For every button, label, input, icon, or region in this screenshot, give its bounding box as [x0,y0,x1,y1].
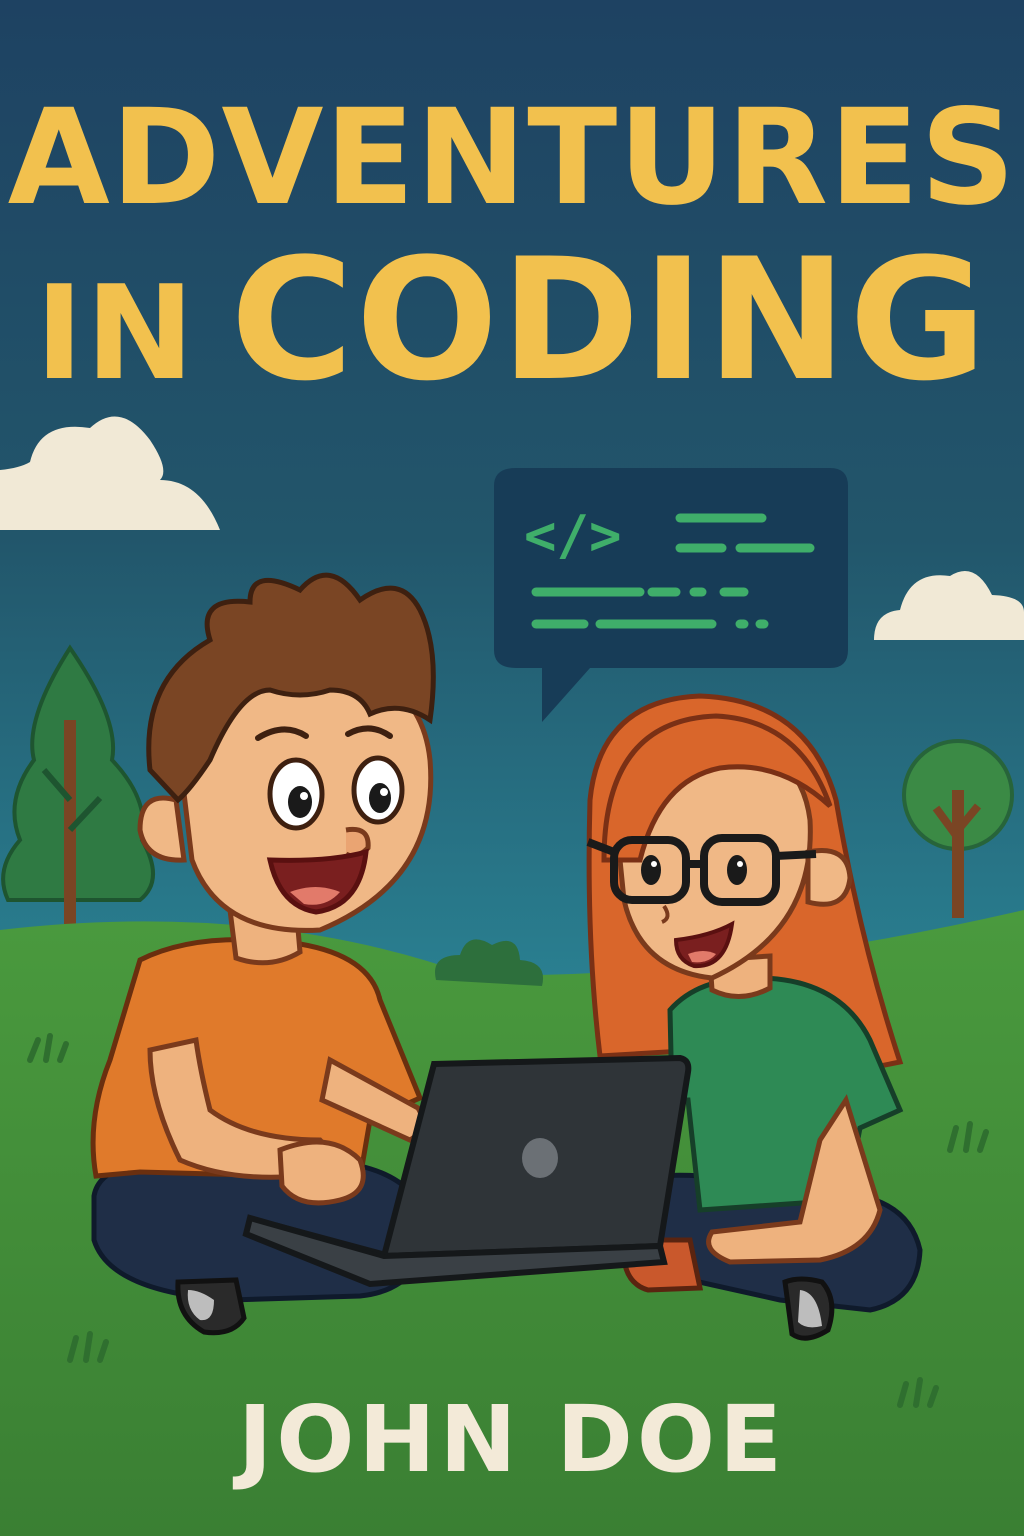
book-title-word-in: IN [35,257,197,409]
book-author: JOHN DOE [238,1386,786,1493]
book-title-line-1: ADVENTURES [7,81,1017,235]
book-title-word-coding: CODING [230,222,989,418]
code-tag: </> [524,504,622,567]
book-title-line-2: IN CODING [0,236,1024,404]
book-cover: </> ADVENTURES IN CODING JOHN DOE [0,0,1024,1536]
